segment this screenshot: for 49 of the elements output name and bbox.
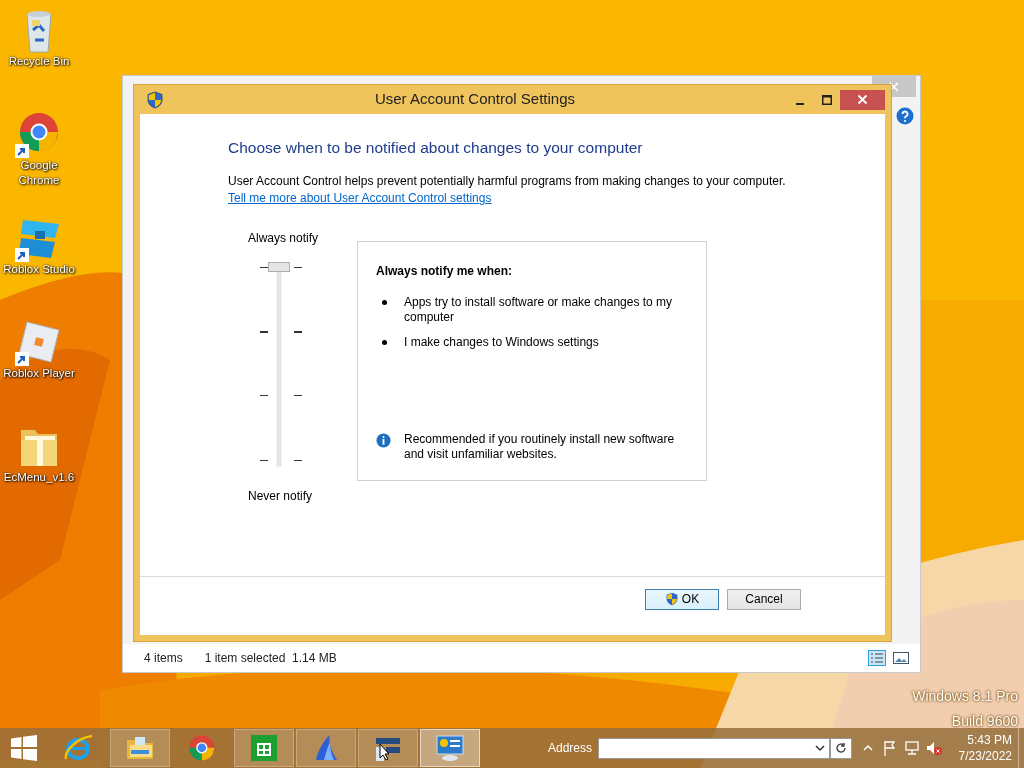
bullet-text: I make changes to Windows settings (404, 335, 599, 351)
bullet-icon (382, 340, 387, 346)
taskbar-button[interactable] (234, 729, 294, 767)
refresh-icon (835, 742, 847, 754)
window-title: User Account Control Settings (373, 89, 577, 110)
toolbar-label: Address (547, 740, 592, 757)
store-icon (248, 732, 280, 764)
cancel-button[interactable]: Cancel (727, 588, 801, 610)
control-panel-icon (434, 732, 466, 764)
taskbar-button[interactable] (358, 729, 418, 767)
shield-icon (146, 90, 164, 109)
watermark-text: Windows 8.1 Pro (912, 687, 1018, 706)
flag-icon[interactable] (882, 740, 898, 756)
slider-thumb[interactable] (268, 262, 290, 273)
status-text: 1 item selected 1.14 MB (204, 650, 337, 667)
info-icon (376, 433, 391, 449)
bullet-icon (382, 300, 387, 306)
clock-time[interactable]: 5:43 PM (967, 732, 1012, 748)
ok-button[interactable]: OK (645, 588, 719, 610)
app-icon[interactable] (15, 318, 63, 366)
watermark-text: Build 9600 (950, 712, 1018, 731)
shield-icon (664, 592, 679, 606)
slider-label: Always notify (248, 230, 320, 248)
close-button[interactable] (840, 89, 885, 110)
help-icon[interactable] (896, 107, 914, 125)
close-icon (857, 94, 868, 105)
help-link[interactable]: Tell me more about User Account Control settings (228, 191, 492, 206)
recommendation-text: Recommended if you routinely install new software and visit unfamiliar websites. (404, 432, 676, 463)
maximize-icon (821, 94, 832, 105)
icon-label[interactable]: EcMenu_v1.6 (1, 470, 77, 485)
heading: Choose when to be notified about changes to your computer (228, 138, 644, 158)
dropdown-icon[interactable] (815, 744, 825, 752)
slider-label: Never notify (248, 488, 314, 506)
clock-date[interactable]: 7/23/2022 (958, 748, 1012, 764)
refresh-button[interactable] (830, 737, 852, 759)
bullet-text: Apps try to install software or make changes to my computer (404, 295, 674, 326)
panel-heading: Always notify me when: (376, 263, 514, 281)
minimize-icon (795, 102, 804, 105)
taskbar-button[interactable] (420, 729, 480, 767)
thumbnail-view-icon[interactable] (892, 650, 910, 666)
close-icon (888, 81, 900, 94)
icon-label[interactable]: Roblox Player (1, 366, 77, 381)
muted-speaker-icon[interactable] (926, 740, 942, 756)
details-view-icon[interactable] (868, 650, 886, 666)
status-text: 4 items (144, 650, 183, 667)
network-icon[interactable] (904, 740, 920, 756)
address-field[interactable] (598, 737, 830, 759)
description-text: User Account Control helps prevent potentially harmful programs from making changes to your computer. (228, 174, 787, 190)
windows-logo-icon (11, 735, 37, 761)
